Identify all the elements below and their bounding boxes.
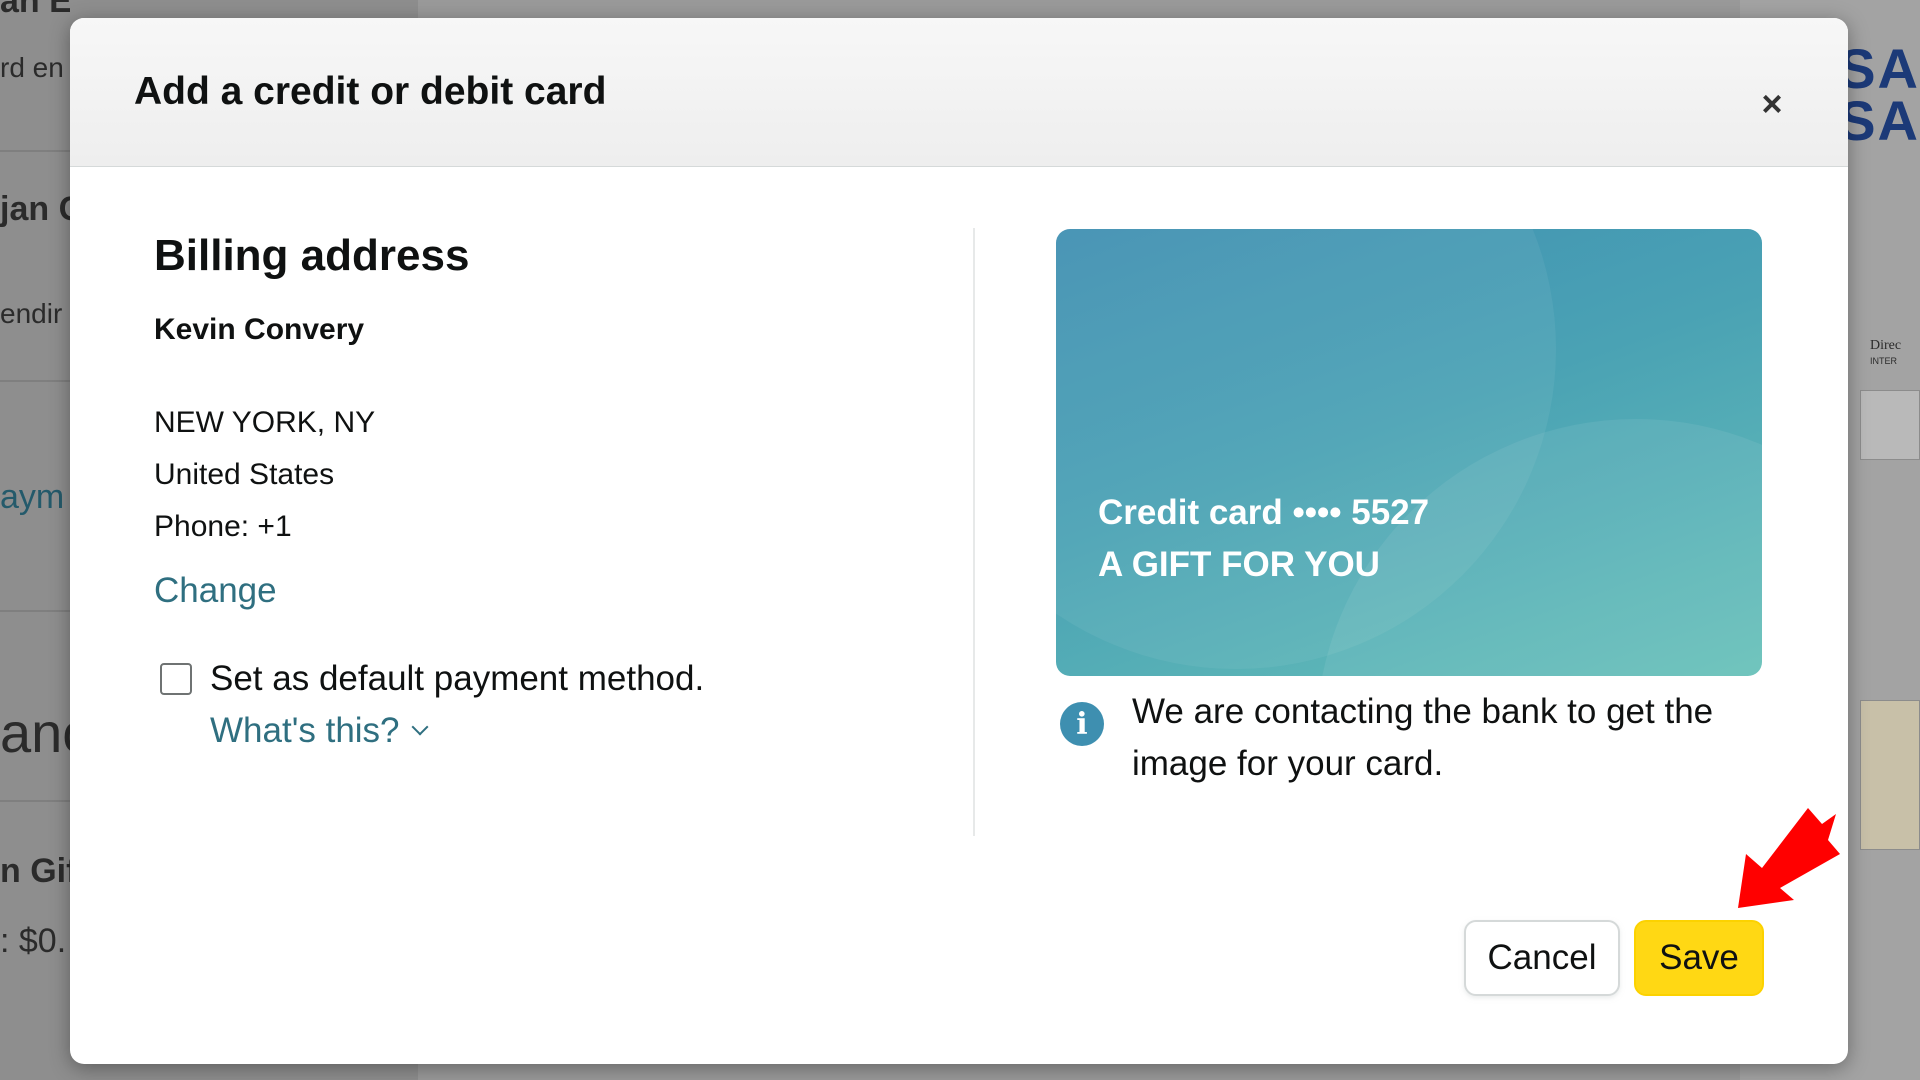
- background-text: INTER: [1870, 356, 1897, 366]
- whats-this-label: What's this?: [210, 710, 400, 750]
- background-text: Direc: [1870, 338, 1902, 353]
- background-thumbnail: [1860, 700, 1920, 850]
- billing-city-state: NEW YORK, NY: [154, 405, 376, 439]
- card-nickname: A GIFT FOR YOU: [1098, 545, 1380, 584]
- card-image: Credit card •••• 5527 A GIFT FOR YOU: [1056, 229, 1762, 676]
- modal-header: Add a credit or debit card ×: [70, 18, 1848, 167]
- background-text: jan C: [0, 190, 70, 228]
- info-icon: i: [1060, 702, 1104, 746]
- billing-address-block: NEW YORK, NY United States Phone: +1: [154, 397, 934, 553]
- background-card-logo: SA: [1838, 89, 1920, 152]
- chevron-down-icon: [411, 718, 429, 736]
- change-address-link[interactable]: Change: [154, 571, 277, 611]
- background-text: n Gif: [0, 852, 70, 890]
- default-payment-row: Set as default payment method.: [154, 659, 934, 699]
- background-text: an Express: [0, 0, 70, 20]
- default-payment-label[interactable]: Set as default payment method.: [210, 659, 704, 699]
- save-button[interactable]: Save: [1634, 920, 1764, 996]
- background-text: aym: [0, 478, 65, 516]
- info-message: We are contacting the bank to get the im…: [1132, 692, 1714, 783]
- default-payment-checkbox[interactable]: [160, 662, 192, 695]
- background-text: endir: [0, 298, 63, 329]
- card-number-label: Credit card •••• 5527: [1098, 493, 1430, 532]
- card-image-info: i We are contacting the bank to get the …: [1060, 686, 1780, 790]
- whats-this-link[interactable]: What's this?: [210, 710, 429, 751]
- background-thumbnail: [1860, 390, 1920, 460]
- billing-address-section: Billing address Kevin Convery NEW YORK, …: [154, 230, 934, 751]
- cancel-button[interactable]: Cancel: [1464, 920, 1620, 996]
- column-divider: [973, 228, 975, 836]
- background-text: rd en: [0, 52, 64, 83]
- billing-address-title: Billing address: [154, 231, 470, 280]
- billing-phone: Phone: +1: [154, 509, 292, 543]
- billing-name: Kevin Convery: [154, 312, 365, 346]
- close-icon: ×: [1761, 83, 1783, 124]
- background-text: anc: [0, 701, 70, 764]
- background-text: : $0.: [0, 922, 67, 960]
- close-button[interactable]: ×: [1752, 83, 1792, 124]
- add-card-modal: Add a credit or debit card × Billing add…: [70, 18, 1848, 1064]
- annotation-arrow-icon: [1738, 808, 1840, 908]
- billing-country: United States: [154, 457, 335, 491]
- annotation-arrow-shape: [1738, 808, 1840, 908]
- modal-title: Add a credit or debit card: [134, 70, 607, 113]
